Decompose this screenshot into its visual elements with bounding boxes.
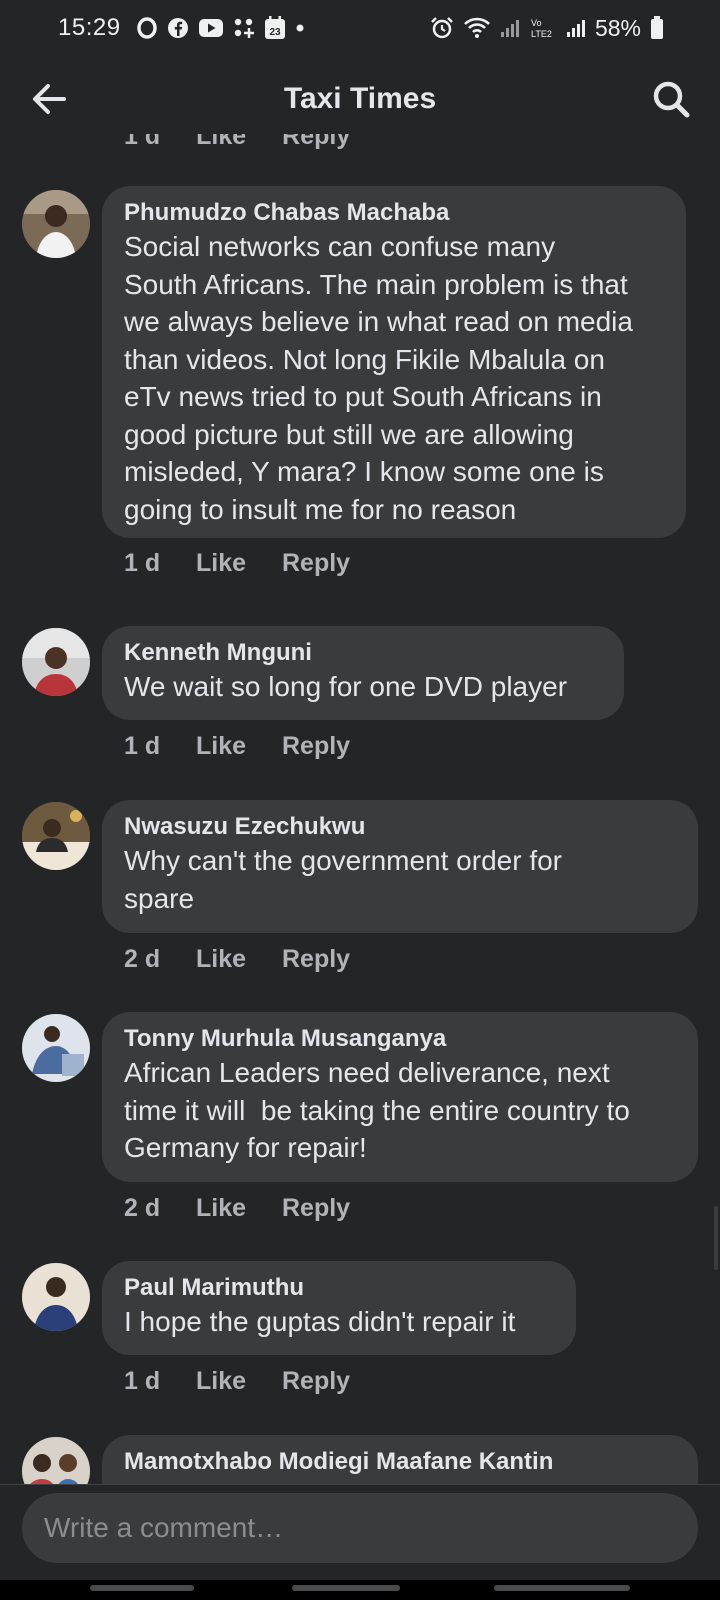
comment-time: 1 d <box>124 549 161 577</box>
reply-button[interactable]: Reply <box>282 945 350 974</box>
nav-pill[interactable] <box>90 1585 194 1591</box>
comment-text: I hope the guptas didn't repair it <box>124 1303 554 1341</box>
comment-text-line: Why can't the government order for <box>124 845 562 876</box>
comment-text-line: we always believe in what read on media <box>124 306 633 337</box>
comment-text-line: South Africans. The main problem is that <box>124 268 628 300</box>
battery-percent: 58% <box>594 14 641 41</box>
like-button[interactable]: Like <box>196 549 282 578</box>
comment-author[interactable]: Nwasuzu Ezechukwu <box>124 812 676 842</box>
avatar[interactable] <box>22 1437 90 1485</box>
comment-bubble[interactable]: Phumudzo Chabas Machaba Social networks … <box>102 186 686 538</box>
youtube-icon <box>198 18 224 38</box>
alarm-icon <box>430 16 454 40</box>
comment-time: 1 d <box>124 1367 161 1395</box>
calendar-day: 23 <box>269 27 281 38</box>
avatar[interactable] <box>22 1263 90 1331</box>
search-icon[interactable] <box>650 78 692 120</box>
like-button[interactable]: Like <box>196 1367 282 1396</box>
comment-input[interactable]: Write a comment… <box>22 1493 698 1563</box>
comment-text: Social networks can confuse many South A… <box>124 228 664 528</box>
status-time: 15:29 <box>58 14 121 41</box>
comment-bubble[interactable]: Kenneth Mnguni We wait so long for one D… <box>102 626 624 720</box>
comment-actions: 1 d Like Reply <box>124 732 350 761</box>
comment-actions: 1 d Like Reply <box>124 1367 350 1396</box>
comment-time: 1 d <box>124 732 161 760</box>
like-button[interactable]: Like <box>196 1194 282 1223</box>
comment-text-line: eTv news tried to put South Africans in <box>124 381 602 412</box>
calendar-icon: 23 <box>264 16 286 40</box>
comment-text-line: African Leaders need deliverance, next <box>124 1057 610 1088</box>
like-button[interactable]: Like <box>196 732 282 761</box>
signal-icon <box>566 18 586 38</box>
comment-text: African Leaders need deliverance, next t… <box>124 1054 676 1167</box>
status-bar: 15:29 23 Vo LTE2 58% <box>0 0 720 56</box>
comment-author[interactable]: Kenneth Mnguni <box>124 638 602 668</box>
wifi-icon <box>463 17 491 39</box>
comment-text-line: time it will be taking the entire countr… <box>124 1094 630 1126</box>
battery-icon <box>650 16 664 40</box>
comment-text-line: good picture but still we are allowing <box>124 418 574 450</box>
avatar[interactable] <box>22 190 90 258</box>
comment-actions: 2 d Like Reply <box>124 1194 350 1223</box>
comment-text-line: spare <box>124 882 195 914</box>
comment-bubble[interactable]: Paul Marimuthu I hope the guptas didn't … <box>102 1261 576 1355</box>
comment-text-line: Germany for repair! <box>124 1132 367 1163</box>
comment-item: Mamotxhabo Modiegi Maafane Kantin <box>0 1435 720 1485</box>
comment-text: We wait so long for one DVD player <box>124 668 602 706</box>
avatar[interactable] <box>22 802 90 870</box>
opera-icon <box>136 17 158 39</box>
avatar[interactable] <box>22 1014 90 1082</box>
comment-author[interactable]: Mamotxhabo Modiegi Maafane Kantin <box>124 1447 676 1477</box>
comment-time: 2 d <box>124 1194 161 1222</box>
avatar[interactable] <box>22 628 90 696</box>
comment-bubble[interactable]: Nwasuzu Ezechukwu Why can't the governme… <box>102 800 698 933</box>
volte-icon: Vo LTE2 <box>529 17 557 39</box>
comment-time: 2 d <box>124 945 161 973</box>
comment-text-line: Social networks can confuse many <box>124 231 556 262</box>
reply-button[interactable]: Reply <box>282 549 350 578</box>
network-label: LTE2 <box>531 29 552 39</box>
scrollbar[interactable] <box>714 1206 718 1270</box>
comment-text-line: misleded, Y mara? I know some one is <box>124 456 604 487</box>
facebook-icon <box>167 17 189 39</box>
reply-button[interactable]: Reply <box>282 732 350 761</box>
apps-icon <box>233 17 255 39</box>
comment-author[interactable]: Phumudzo Chabas Machaba <box>124 198 664 228</box>
comment-bubble[interactable]: Tonny Murhula Musanganya African Leaders… <box>102 1012 698 1182</box>
comment-actions: 1 d Like Reply <box>124 549 350 578</box>
comment-text-line: than videos. Not long Fikile Mbalula on <box>124 343 605 375</box>
reply-button[interactable]: Reply <box>282 1194 350 1223</box>
comment-text-line: We wait so long for one DVD player <box>124 671 568 702</box>
comment-actions: 2 d Like Reply <box>124 945 350 974</box>
app-bar: Taxi Times <box>0 56 720 142</box>
arrow-left-icon[interactable] <box>28 78 70 120</box>
comment-text: Why can't the government order for spare <box>124 842 676 917</box>
comment-author[interactable]: Paul Marimuthu <box>124 1273 554 1303</box>
comment-bubble[interactable]: Mamotxhabo Modiegi Maafane Kantin <box>102 1435 698 1485</box>
signal-icon <box>500 18 520 38</box>
nav-pill[interactable] <box>494 1585 630 1591</box>
dot-icon <box>295 23 305 33</box>
page-title: Taxi Times <box>283 82 437 115</box>
reply-button[interactable]: Reply <box>282 1367 350 1396</box>
comment-text-line: I hope the guptas didn't repair it <box>124 1306 516 1337</box>
svg-text:Vo: Vo <box>531 18 542 28</box>
nav-pill[interactable] <box>292 1585 400 1591</box>
like-button[interactable]: Like <box>196 945 282 974</box>
comment-author[interactable]: Tonny Murhula Musanganya <box>124 1024 676 1054</box>
comment-text-line: going to insult me for no reason <box>124 493 517 525</box>
